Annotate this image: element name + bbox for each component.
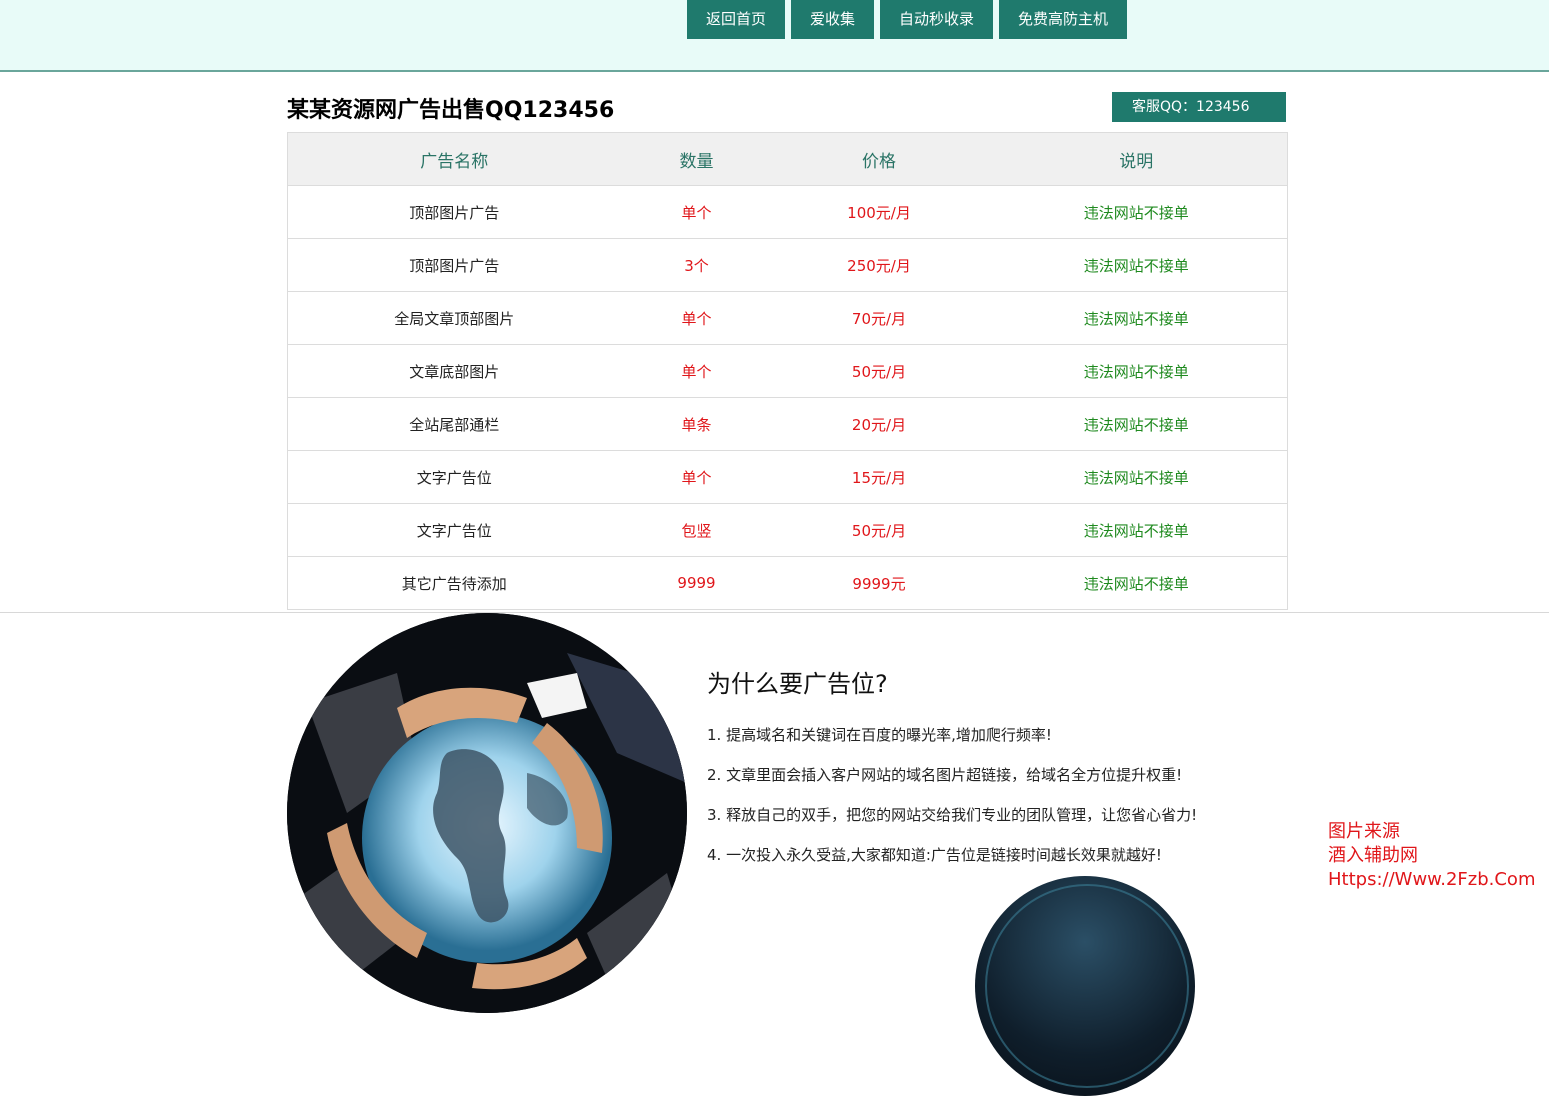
watermark-line-1: 图片来源 bbox=[1328, 821, 1400, 842]
cell-price: 15元/月 bbox=[772, 450, 986, 504]
why-ad-item: 1. 提高域名和关键词在百度的曝光率,增加爬行频率! bbox=[707, 726, 1052, 744]
secondary-tech-image bbox=[975, 876, 1195, 1096]
cell-quantity: 单条 bbox=[620, 397, 773, 451]
cell-ad-name: 顶部图片广告 bbox=[287, 185, 621, 239]
ad-price-table: 广告名称 数量 价格 说明 顶部图片广告 单个 100元/月 违法网站不接单 顶… bbox=[287, 132, 1288, 610]
cell-ad-name: 文字广告位 bbox=[287, 450, 621, 504]
table-row: 顶部图片广告 单个 100元/月 违法网站不接单 bbox=[287, 185, 1288, 239]
table-row: 全局文章顶部图片 单个 70元/月 违法网站不接单 bbox=[287, 291, 1288, 345]
cell-quantity: 单个 bbox=[620, 344, 773, 398]
top-bar: 返回首页 爱收集 自动秒收录 免费高防主机 bbox=[0, 0, 1549, 72]
cell-ad-name: 其它广告待添加 bbox=[287, 556, 621, 610]
table-row: 其它广告待添加 9999 9999元 违法网站不接单 bbox=[287, 556, 1288, 610]
nav-auto-index-button[interactable]: 自动秒收录 bbox=[880, 0, 994, 39]
cell-quantity: 单个 bbox=[620, 291, 773, 345]
cell-price: 250元/月 bbox=[772, 238, 986, 292]
cell-price: 50元/月 bbox=[772, 344, 986, 398]
table-row: 文字广告位 包竖 50元/月 违法网站不接单 bbox=[287, 503, 1288, 557]
cell-ad-name: 顶部图片广告 bbox=[287, 238, 621, 292]
cell-quantity: 包竖 bbox=[620, 503, 773, 557]
cell-ad-name: 全局文章顶部图片 bbox=[287, 291, 621, 345]
section-divider bbox=[0, 612, 1549, 613]
top-nav: 返回首页 爱收集 自动秒收录 免费高防主机 bbox=[687, 0, 1128, 39]
nav-free-host-button[interactable]: 免费高防主机 bbox=[999, 0, 1128, 39]
customer-service-qq-button[interactable]: 客服QQ：123456 bbox=[1112, 92, 1286, 122]
table-header-row: 广告名称 数量 价格 说明 bbox=[287, 132, 1288, 186]
cell-price: 20元/月 bbox=[772, 397, 986, 451]
tech-image-ring bbox=[985, 884, 1189, 1088]
cell-price: 9999元 bbox=[772, 556, 986, 610]
cell-quantity: 3个 bbox=[620, 238, 773, 292]
cell-price: 100元/月 bbox=[772, 185, 986, 239]
col-header-note: 说明 bbox=[985, 132, 1288, 186]
cell-quantity: 9999 bbox=[620, 556, 773, 610]
table-row: 文字广告位 单个 15元/月 违法网站不接单 bbox=[287, 450, 1288, 504]
cell-note: 违法网站不接单 bbox=[985, 291, 1288, 345]
table-row: 顶部图片广告 3个 250元/月 违法网站不接单 bbox=[287, 238, 1288, 292]
col-header-price: 价格 bbox=[772, 132, 986, 186]
why-ad-item: 2. 文章里面会插入客户网站的域名图片超链接，给域名全方位提升权重! bbox=[707, 766, 1183, 784]
cell-note: 违法网站不接单 bbox=[985, 185, 1288, 239]
cell-quantity: 单个 bbox=[620, 450, 773, 504]
cell-ad-name: 文字广告位 bbox=[287, 503, 621, 557]
why-ad-title: 为什么要广告位? bbox=[707, 670, 888, 698]
col-header-quantity: 数量 bbox=[620, 132, 773, 186]
nav-collect-button[interactable]: 爱收集 bbox=[791, 0, 875, 39]
watermark-line-2: 酒入辅助网 bbox=[1328, 845, 1418, 866]
watermark: 图片来源 酒入辅助网 Https://Www.2Fzb.Com bbox=[1328, 820, 1535, 892]
watermark-line-3: Https://Www.2Fzb.Com bbox=[1328, 869, 1536, 890]
why-ad-item: 4. 一次投入永久受益,大家都知道:广告位是链接时间越长效果就越好! bbox=[707, 846, 1162, 864]
cell-note: 违法网站不接单 bbox=[985, 556, 1288, 610]
cell-note: 违法网站不接单 bbox=[985, 397, 1288, 451]
table-row: 全站尾部通栏 单条 20元/月 违法网站不接单 bbox=[287, 397, 1288, 451]
cell-price: 50元/月 bbox=[772, 503, 986, 557]
cell-price: 70元/月 bbox=[772, 291, 986, 345]
globe-illustration bbox=[287, 613, 687, 1013]
cell-note: 违法网站不接单 bbox=[985, 503, 1288, 557]
cell-ad-name: 文章底部图片 bbox=[287, 344, 621, 398]
nav-home-button[interactable]: 返回首页 bbox=[687, 0, 786, 39]
globe-hands-image bbox=[287, 613, 687, 1013]
why-ad-list: 1. 提高域名和关键词在百度的曝光率,增加爬行频率! 2. 文章里面会插入客户网… bbox=[707, 725, 1197, 885]
why-ad-item: 3. 释放自己的双手，把您的网站交给我们专业的团队管理，让您省心省力! bbox=[707, 806, 1198, 824]
cell-ad-name: 全站尾部通栏 bbox=[287, 397, 621, 451]
cell-note: 违法网站不接单 bbox=[985, 344, 1288, 398]
table-row: 文章底部图片 单个 50元/月 违法网站不接单 bbox=[287, 344, 1288, 398]
page-title: 某某资源网广告出售QQ123456 bbox=[287, 98, 615, 123]
col-header-name: 广告名称 bbox=[287, 132, 621, 186]
cell-note: 违法网站不接单 bbox=[985, 238, 1288, 292]
cell-note: 违法网站不接单 bbox=[985, 450, 1288, 504]
cell-quantity: 单个 bbox=[620, 185, 773, 239]
